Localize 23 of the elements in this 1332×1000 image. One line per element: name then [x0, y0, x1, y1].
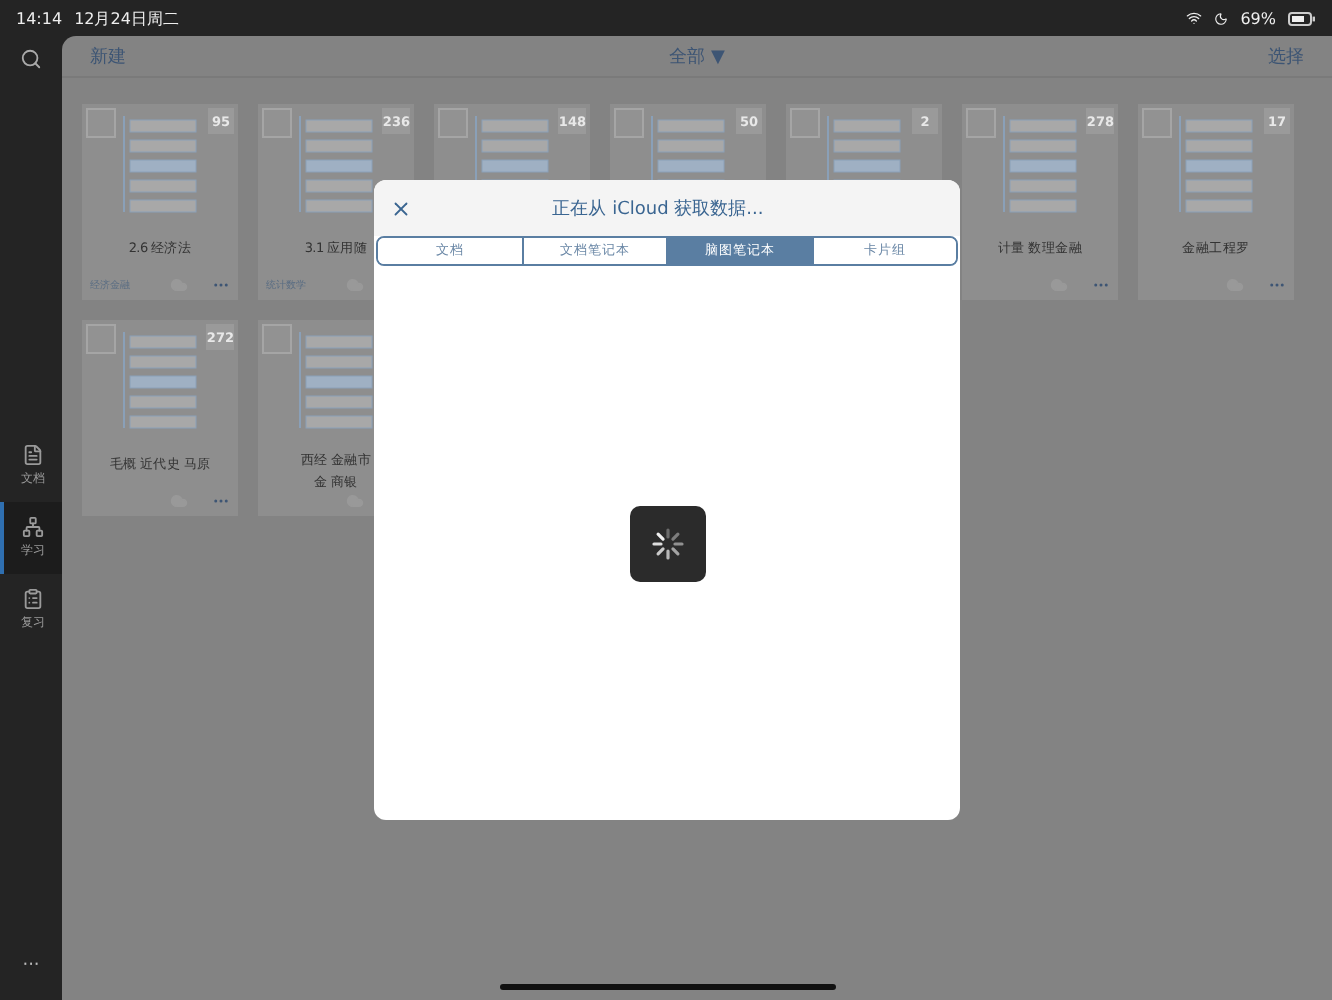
thumbnail-drawing: [120, 112, 200, 216]
thumbnail-drawing: [296, 328, 376, 432]
thumbnail-drawing: [296, 112, 376, 216]
thumbnail-drawing: [1176, 112, 1256, 216]
dialog-title: 正在从 iCloud 获取数据...: [550, 197, 766, 221]
select-button[interactable]: 选择: [1267, 43, 1304, 69]
close-icon[interactable]: [390, 197, 412, 219]
wifi-icon: [1186, 10, 1203, 26]
filter-dropdown[interactable]: 全部 ▼: [669, 43, 725, 69]
status-time: 14:14: [16, 9, 63, 27]
battery-icon: [1288, 11, 1316, 25]
mindmap-icon: [22, 516, 44, 538]
thumbnail-drawing: [120, 328, 200, 432]
battery-percent: 69%: [1240, 9, 1276, 27]
document-icon: [22, 444, 44, 466]
thumbnail-drawing: [1000, 112, 1080, 216]
new-button[interactable]: 新建: [90, 43, 126, 69]
search-icon[interactable]: [20, 48, 42, 70]
status-date: 12月24日周二: [74, 7, 179, 29]
more-button[interactable]: ···: [22, 956, 40, 976]
clipboard-icon: [22, 588, 44, 610]
moon-icon: [1214, 11, 1229, 25]
loading-spinner-icon: [647, 523, 687, 563]
